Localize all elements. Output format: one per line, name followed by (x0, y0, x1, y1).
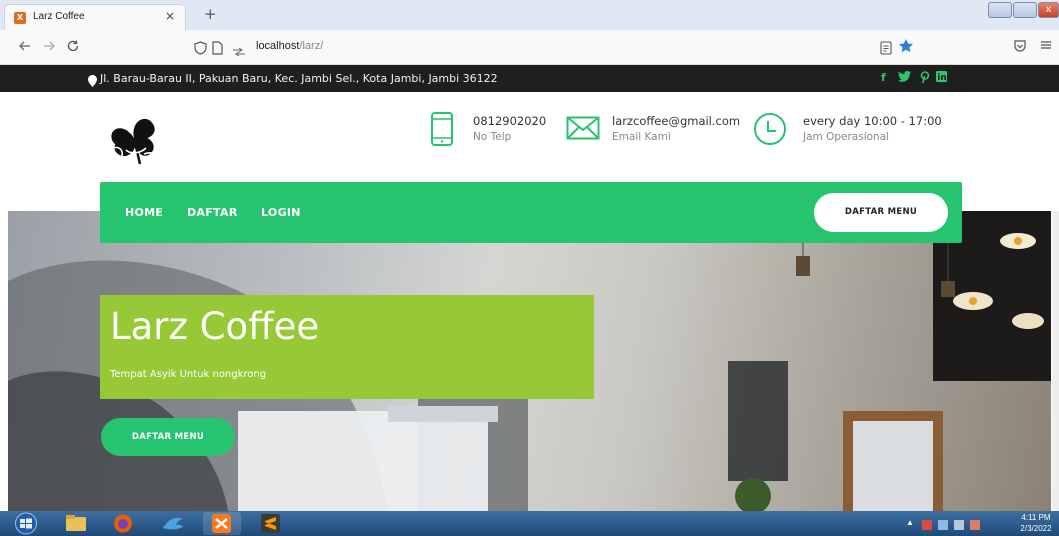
sublime-text-icon[interactable] (252, 512, 290, 535)
xampp-icon[interactable] (203, 512, 241, 535)
hero-daftar-menu-button[interactable]: DAFTAR MENU (101, 418, 235, 456)
url-text: localhost/larz/ (256, 40, 323, 52)
address-bar[interactable]: localhost/larz/ (188, 34, 928, 61)
opening-hours: every day 10:00 - 17:00 (803, 114, 942, 128)
site-top-bar: Jl. Barau-Barau II, Pakuan Baru, Kec. Ja… (0, 65, 1059, 92)
site-logo[interactable] (100, 110, 170, 170)
phone-label: No Telp (473, 131, 512, 143)
page-icon[interactable] (212, 40, 223, 59)
location-pin-icon (88, 72, 97, 91)
window-maximize-button[interactable] (1013, 2, 1037, 18)
back-arrow-icon[interactable] (18, 39, 32, 57)
window-close-button[interactable]: x (1038, 2, 1059, 18)
phone-icon (430, 111, 454, 151)
reader-view-icon[interactable] (880, 40, 892, 59)
nav-link-login[interactable]: LOGIN (261, 206, 301, 219)
new-tab-button[interactable]: + (204, 7, 217, 22)
opening-hours-label: Jam Operasional (803, 131, 890, 143)
forward-arrow-icon[interactable] (42, 39, 56, 57)
tray-status-icons[interactable] (922, 517, 982, 536)
database-tool-icon[interactable] (153, 512, 191, 535)
hero-text-box: Larz Coffee Tempat Asyik Untuk nongkrong (100, 295, 594, 399)
daftar-menu-button[interactable]: DAFTAR MENU (814, 193, 948, 232)
taskbar-clock-time[interactable]: 4:11 PM (1017, 513, 1055, 522)
hero-subtitle: Tempat Asyik Untuk nongkrong (110, 369, 267, 380)
window-minimize-button[interactable] (988, 2, 1012, 18)
tray-expand-icon[interactable]: ▲ (906, 518, 914, 527)
main-navigation: HOME DAFTAR LOGIN DAFTAR MENU (100, 182, 962, 243)
email-address[interactable]: larzcoffee@gmail.com (612, 114, 740, 128)
facebook-icon[interactable]: f (881, 71, 886, 84)
start-button[interactable] (4, 512, 48, 535)
tab-title: Larz Coffee (33, 11, 85, 22)
bookmark-star-icon[interactable] (898, 38, 914, 58)
shield-icon[interactable] (194, 40, 207, 59)
nav-link-daftar[interactable]: DAFTAR (187, 206, 238, 219)
os-taskbar: ▲ 4:11 PM 2/3/2022 (0, 511, 1059, 536)
browser-tab[interactable]: X Larz Coffee × (4, 4, 186, 30)
browser-tab-bar: X Larz Coffee × + x (0, 0, 1059, 30)
phone-number[interactable]: 0812902020 (473, 114, 546, 128)
permissions-icon[interactable] (232, 42, 246, 61)
url-host: localhost (256, 40, 300, 52)
firefox-icon[interactable] (104, 512, 142, 535)
twitter-icon[interactable] (898, 71, 911, 85)
url-path: /larz/ (299, 40, 324, 52)
nav-link-home[interactable]: HOME (125, 206, 163, 219)
reload-icon[interactable] (66, 39, 80, 57)
clock-icon (753, 112, 787, 150)
envelope-icon (566, 116, 600, 144)
pocket-icon[interactable] (1013, 39, 1027, 57)
taskbar-clock-date[interactable]: 2/3/2022 (1017, 524, 1055, 533)
browser-navigation-bar: localhost/larz/ (0, 30, 1059, 65)
address-text: Jl. Barau-Barau II, Pakuan Baru, Kec. Ja… (100, 72, 498, 85)
linkedin-icon[interactable] (936, 71, 947, 85)
hero-title: Larz Coffee (110, 305, 320, 348)
pinterest-icon[interactable] (920, 71, 930, 86)
page-scrollbar[interactable] (1052, 211, 1059, 511)
tab-close-icon[interactable]: × (165, 9, 175, 23)
favicon-icon: X (14, 12, 26, 24)
email-label: Email Kami (612, 131, 671, 143)
file-explorer-icon[interactable] (57, 512, 95, 535)
hamburger-menu-icon[interactable] (1040, 39, 1052, 55)
